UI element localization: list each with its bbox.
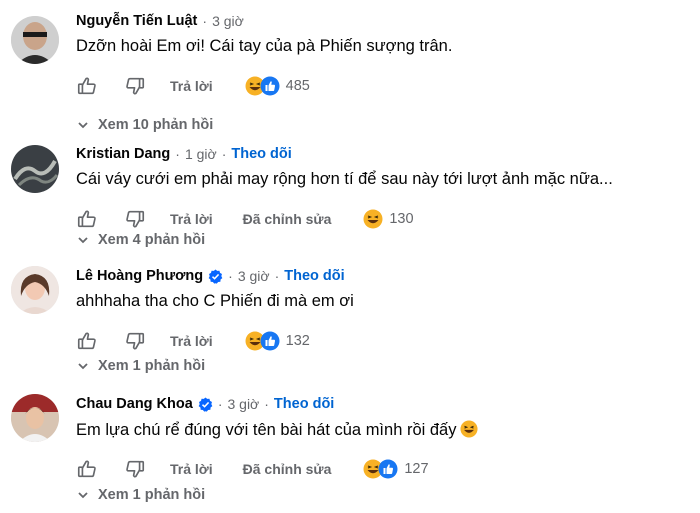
timestamp[interactable]: 1 giờ: [185, 146, 217, 162]
comment-header: Lê Hoàng Phương · 3 giờ · Theo dõi: [76, 265, 345, 287]
like-icon: [260, 331, 280, 351]
chevron-down-icon: [78, 492, 88, 499]
comment-header: Kristian Dang · 1 giờ · Theo dõi: [76, 143, 292, 165]
chevron-down-icon: [78, 237, 88, 244]
comment-header: Nguyễn Tiến Luật · 3 giờ: [76, 10, 244, 32]
avatar[interactable]: [11, 145, 59, 193]
comment-header: Chau Dang Khoa · 3 giờ · Theo dõi: [76, 393, 334, 415]
haha-icon: [363, 209, 383, 229]
comment-text: Em lựa chú rể đúng với tên bài hát của m…: [76, 421, 457, 439]
comment-actions: Trả lời 485: [76, 74, 310, 98]
follow-button[interactable]: Theo dõi: [231, 146, 291, 162]
separator-dot: ·: [221, 146, 227, 162]
thumbs-down-icon[interactable]: [124, 208, 146, 230]
timestamp[interactable]: 3 giờ: [238, 268, 270, 284]
reply-button[interactable]: Trả lời: [170, 211, 213, 227]
view-replies-button[interactable]: Xem 1 phản hồi: [76, 356, 205, 376]
thumbs-up-icon[interactable]: [76, 330, 98, 352]
like-icon: [260, 76, 280, 96]
comment-text: Cái váy cưới em phải may rộng hơn tí để …: [76, 170, 613, 188]
view-replies-label: Xem 4 phản hồi: [98, 232, 206, 248]
reaction-count: 127: [404, 461, 429, 477]
separator-dot: ·: [175, 146, 180, 162]
avatar[interactable]: [11, 266, 59, 314]
reaction-summary[interactable]: 485: [245, 76, 310, 96]
reaction-count: 130: [389, 211, 414, 227]
like-icon: [378, 459, 398, 479]
comment-actions: Trả lời 132: [76, 329, 310, 353]
verified-badge-icon: [198, 396, 213, 412]
comment-text: ahhhaha tha cho C Phiến đi mà em ơi: [76, 292, 354, 310]
reaction-summary[interactable]: 130: [363, 209, 414, 229]
chevron-down-icon: [78, 363, 88, 370]
laughing-emoji-icon: [460, 420, 479, 438]
separator-dot: ·: [202, 13, 208, 29]
verified-badge-icon: [208, 268, 223, 284]
follow-button[interactable]: Theo dõi: [284, 268, 344, 284]
reaction-summary[interactable]: 127: [363, 459, 429, 479]
timestamp[interactable]: 3 giờ: [227, 396, 259, 412]
thumbs-down-icon[interactable]: [124, 458, 146, 480]
comment-actions: Trả lời Đã chỉnh sửa 127: [76, 457, 429, 481]
view-replies-button[interactable]: Xem 4 phản hồi: [76, 230, 205, 250]
edited-label[interactable]: Đã chỉnh sửa: [243, 461, 332, 477]
separator-dot: ·: [264, 396, 269, 412]
thumbs-up-icon[interactable]: [76, 208, 98, 230]
view-replies-button[interactable]: Xem 10 phản hồi: [76, 115, 213, 135]
thumbs-up-icon[interactable]: [76, 75, 98, 97]
reply-button[interactable]: Trả lời: [170, 461, 213, 477]
reply-button[interactable]: Trả lời: [170, 78, 213, 94]
chevron-down-icon: [78, 122, 88, 129]
edited-label[interactable]: Đã chỉnh sửa: [243, 211, 332, 227]
view-replies-button[interactable]: Xem 1 phản hồi: [76, 485, 205, 505]
timestamp[interactable]: 3 giờ: [212, 13, 244, 29]
view-replies-label: Xem 1 phản hồi: [98, 358, 206, 374]
thumbs-up-icon[interactable]: [76, 458, 98, 480]
reaction-count: 485: [285, 78, 310, 94]
follow-button[interactable]: Theo dõi: [274, 396, 334, 412]
view-replies-label: Xem 1 phản hồi: [98, 487, 206, 503]
separator-dot: ·: [274, 268, 280, 284]
separator-dot: ·: [228, 268, 233, 284]
author-name[interactable]: Nguyễn Tiến Luật: [76, 13, 197, 29]
author-name[interactable]: Lê Hoàng Phương: [76, 268, 203, 284]
author-name[interactable]: Kristian Dang: [76, 146, 170, 162]
reply-button[interactable]: Trả lời: [170, 333, 213, 349]
separator-dot: ·: [217, 396, 223, 412]
comment-text: Dzỡn hoài Em ơi! Cái tay của pà Phiến sư…: [76, 37, 453, 55]
avatar[interactable]: [11, 16, 59, 64]
avatar[interactable]: [11, 394, 59, 442]
author-name[interactable]: Chau Dang Khoa: [76, 396, 193, 412]
view-replies-label: Xem 10 phản hồi: [98, 117, 214, 133]
reaction-count: 132: [285, 333, 310, 349]
reaction-summary[interactable]: 132: [245, 331, 310, 351]
thumbs-down-icon[interactable]: [124, 330, 146, 352]
thumbs-down-icon[interactable]: [124, 75, 146, 97]
comment-text-row: Em lựa chú rể đúng với tên bài hát của m…: [76, 420, 479, 440]
comment-actions: Trả lời Đã chỉnh sửa 130: [76, 207, 414, 231]
